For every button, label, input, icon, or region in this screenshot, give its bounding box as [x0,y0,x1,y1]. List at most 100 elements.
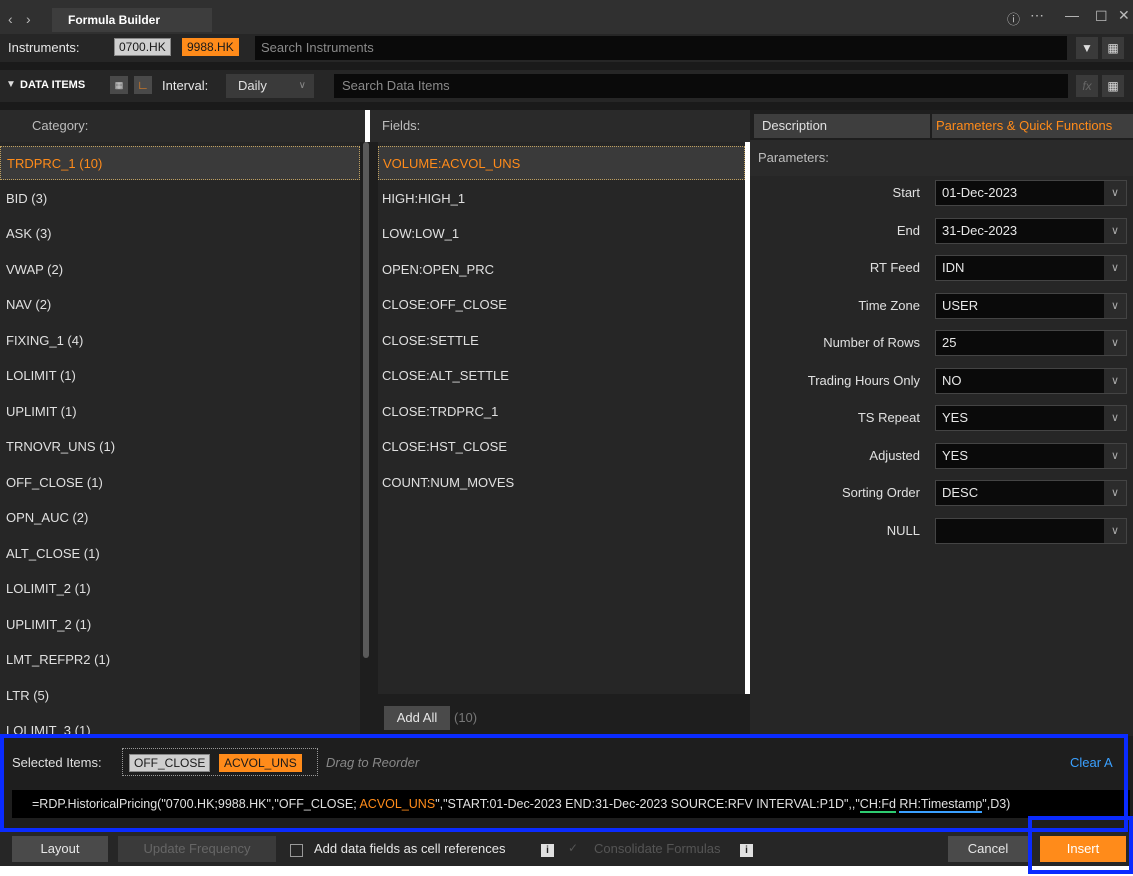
back-arrow-icon[interactable]: ‹ [8,11,13,27]
param-dropdown[interactable]: ∨ [935,517,1127,544]
instruments-row: Instruments: 0700.HK 9988.HK Search Inst… [0,34,1133,62]
category-item[interactable]: TRDPRC_1 (10) [0,146,360,180]
category-item[interactable]: UPLIMIT (1) [0,395,360,429]
field-item[interactable]: CLOSE:ALT_SETTLE [378,359,745,393]
field-item[interactable]: CLOSE:HST_CLOSE [378,430,745,464]
field-item[interactable]: VOLUME:ACVOL_UNS [378,146,745,180]
category-item[interactable]: LOLIMIT_3 (1) [0,714,360,736]
function-icon[interactable]: fx [1076,75,1098,97]
params-header: Parameters: [758,150,829,165]
category-item[interactable]: VWAP (2) [0,253,360,287]
param-dropdown[interactable]: 31-Dec-2023 ∨ [935,217,1127,244]
category-item[interactable]: LTR (5) [0,679,360,713]
fields-list: VOLUME:ACVOL_UNS HIGH:HIGH_1 LOW:LOW_1 OPEN… [378,142,745,694]
param-value: 31-Dec-2023 [942,222,1018,238]
scrollbar-thumb[interactable] [363,142,369,658]
instrument-search-input[interactable]: Search Instruments [255,36,1067,60]
interval-value: Daily [238,78,267,93]
param-label: Adjusted [869,447,920,463]
param-dropdown[interactable]: 01-Dec-2023 ∨ [935,180,1127,206]
add-all-button[interactable]: Add All [384,706,450,730]
chevron-down-icon[interactable]: ∨ [1104,406,1126,430]
chevron-down-icon[interactable]: ∨ [1104,218,1126,243]
data-items-row: ▼ DATA ITEMS ▦ ∟ Interval: Daily ∨ Searc… [0,70,1133,102]
cancel-button[interactable]: Cancel [948,836,1028,862]
param-dropdown[interactable]: YES ∨ [935,405,1127,431]
chevron-down-icon: ∨ [298,80,306,91]
param-dropdown[interactable]: IDN ∨ [935,255,1127,281]
grid-view-icon[interactable]: ▦ [1102,37,1124,59]
param-value: YES [942,410,969,425]
param-label: Sorting Order [841,485,920,500]
category-item[interactable]: OPN_AUC (2) [0,501,360,535]
field-item[interactable]: COUNT:NUM_MOVES [378,466,745,500]
data-items-search-input[interactable]: Search Data Items [334,74,1068,98]
window-tab-title[interactable]: Formula Builder [52,8,212,32]
info-icon[interactable]: i [740,842,753,858]
tab-parameters[interactable]: Parameters & Quick Functions [932,114,1133,138]
minimize-icon[interactable]: — [1065,7,1079,23]
param-value: 25 [942,335,957,350]
category-item[interactable]: LMT_REFPR2 (1) [0,643,360,677]
category-item[interactable]: FIXING_1 (4) [0,324,360,358]
param-row: Number of Rows 25 ∨ [750,330,1133,356]
field-item[interactable]: CLOSE:SETTLE [378,324,745,358]
instrument-chip[interactable]: 9988.HK [182,38,239,56]
chevron-down-icon[interactable]: ∨ [1104,518,1126,543]
param-row: Sorting Order DESC ∨ [750,480,1133,506]
param-dropdown[interactable]: YES ∨ [935,442,1127,469]
maximize-icon[interactable]: ☐ [1095,8,1108,25]
filter-icon[interactable]: ▼ [1076,37,1098,59]
chart-view-icon[interactable]: ∟ [134,76,152,94]
param-dropdown[interactable]: NO ∨ [935,367,1127,394]
tab-description[interactable]: Description [754,114,930,138]
field-item[interactable]: CLOSE:TRDPRC_1 [378,395,745,429]
param-value: 01-Dec-2023 [942,185,1018,200]
category-item[interactable]: LOLIMIT (1) [0,359,360,393]
grid-view-icon[interactable]: ▦ [1102,75,1124,97]
param-value: IDN [942,260,965,275]
category-item[interactable]: LOLIMIT_2 (1) [0,572,360,606]
fields-header-bar: Fields: [370,110,750,142]
interval-dropdown[interactable]: Daily ∨ [226,74,314,98]
chevron-down-icon[interactable]: ∨ [1104,331,1126,355]
info-icon[interactable]: i [541,842,554,858]
param-dropdown[interactable]: USER ∨ [935,292,1127,319]
category-item[interactable]: ALT_CLOSE (1) [0,537,360,571]
params-header-bar: Parameters: [750,140,1133,176]
add-fields-checkbox[interactable] [290,842,303,858]
field-item[interactable]: CLOSE:OFF_CLOSE [378,288,745,322]
chevron-down-icon[interactable]: ∨ [1104,443,1126,468]
collapse-arrow-icon[interactable]: ▼ [6,79,16,90]
instrument-chip[interactable]: 0700.HK [114,38,171,56]
field-item[interactable]: OPEN:OPEN_PRC [378,253,745,287]
category-item[interactable]: OFF_CLOSE (1) [0,466,360,500]
chevron-down-icon[interactable]: ∨ [1104,256,1126,280]
panel-divider [0,102,1133,110]
consolidate-checkbox-icon[interactable]: ✓ [568,841,578,855]
category-item[interactable]: BID (3) [0,182,360,216]
help-icon[interactable]: ⓘ [1007,9,1020,28]
category-item[interactable]: NAV (2) [0,288,360,322]
category-scrollbar[interactable] [360,142,370,736]
chevron-down-icon[interactable]: ∨ [1104,181,1126,205]
category-item[interactable]: UPLIMIT_2 (1) [0,608,360,642]
forward-arrow-icon[interactable]: › [26,11,31,27]
category-item[interactable]: ASK (3) [0,217,360,251]
table-view-icon[interactable]: ▦ [110,76,128,94]
param-dropdown[interactable]: 25 ∨ [935,330,1127,356]
more-options-icon[interactable]: ⋯ [1030,7,1044,24]
title-bar: ‹ › Formula Builder ⓘ ⋯ — ☐ ✕ [0,0,1133,34]
chevron-down-icon[interactable]: ∨ [1104,293,1126,318]
close-icon[interactable]: ✕ [1118,7,1130,24]
field-item[interactable]: LOW:LOW_1 [378,217,745,251]
param-label: End [896,222,920,238]
param-dropdown[interactable]: DESC ∨ [935,480,1127,506]
consolidate-label: Consolidate Formulas [594,841,721,856]
chevron-down-icon[interactable]: ∨ [1104,481,1126,505]
update-frequency-button[interactable]: Update Frequency [118,836,276,862]
field-item[interactable]: HIGH:HIGH_1 [378,182,745,216]
layout-button[interactable]: Layout [12,836,108,862]
chevron-down-icon[interactable]: ∨ [1104,368,1126,393]
category-item[interactable]: TRNOVR_UNS (1) [0,430,360,464]
